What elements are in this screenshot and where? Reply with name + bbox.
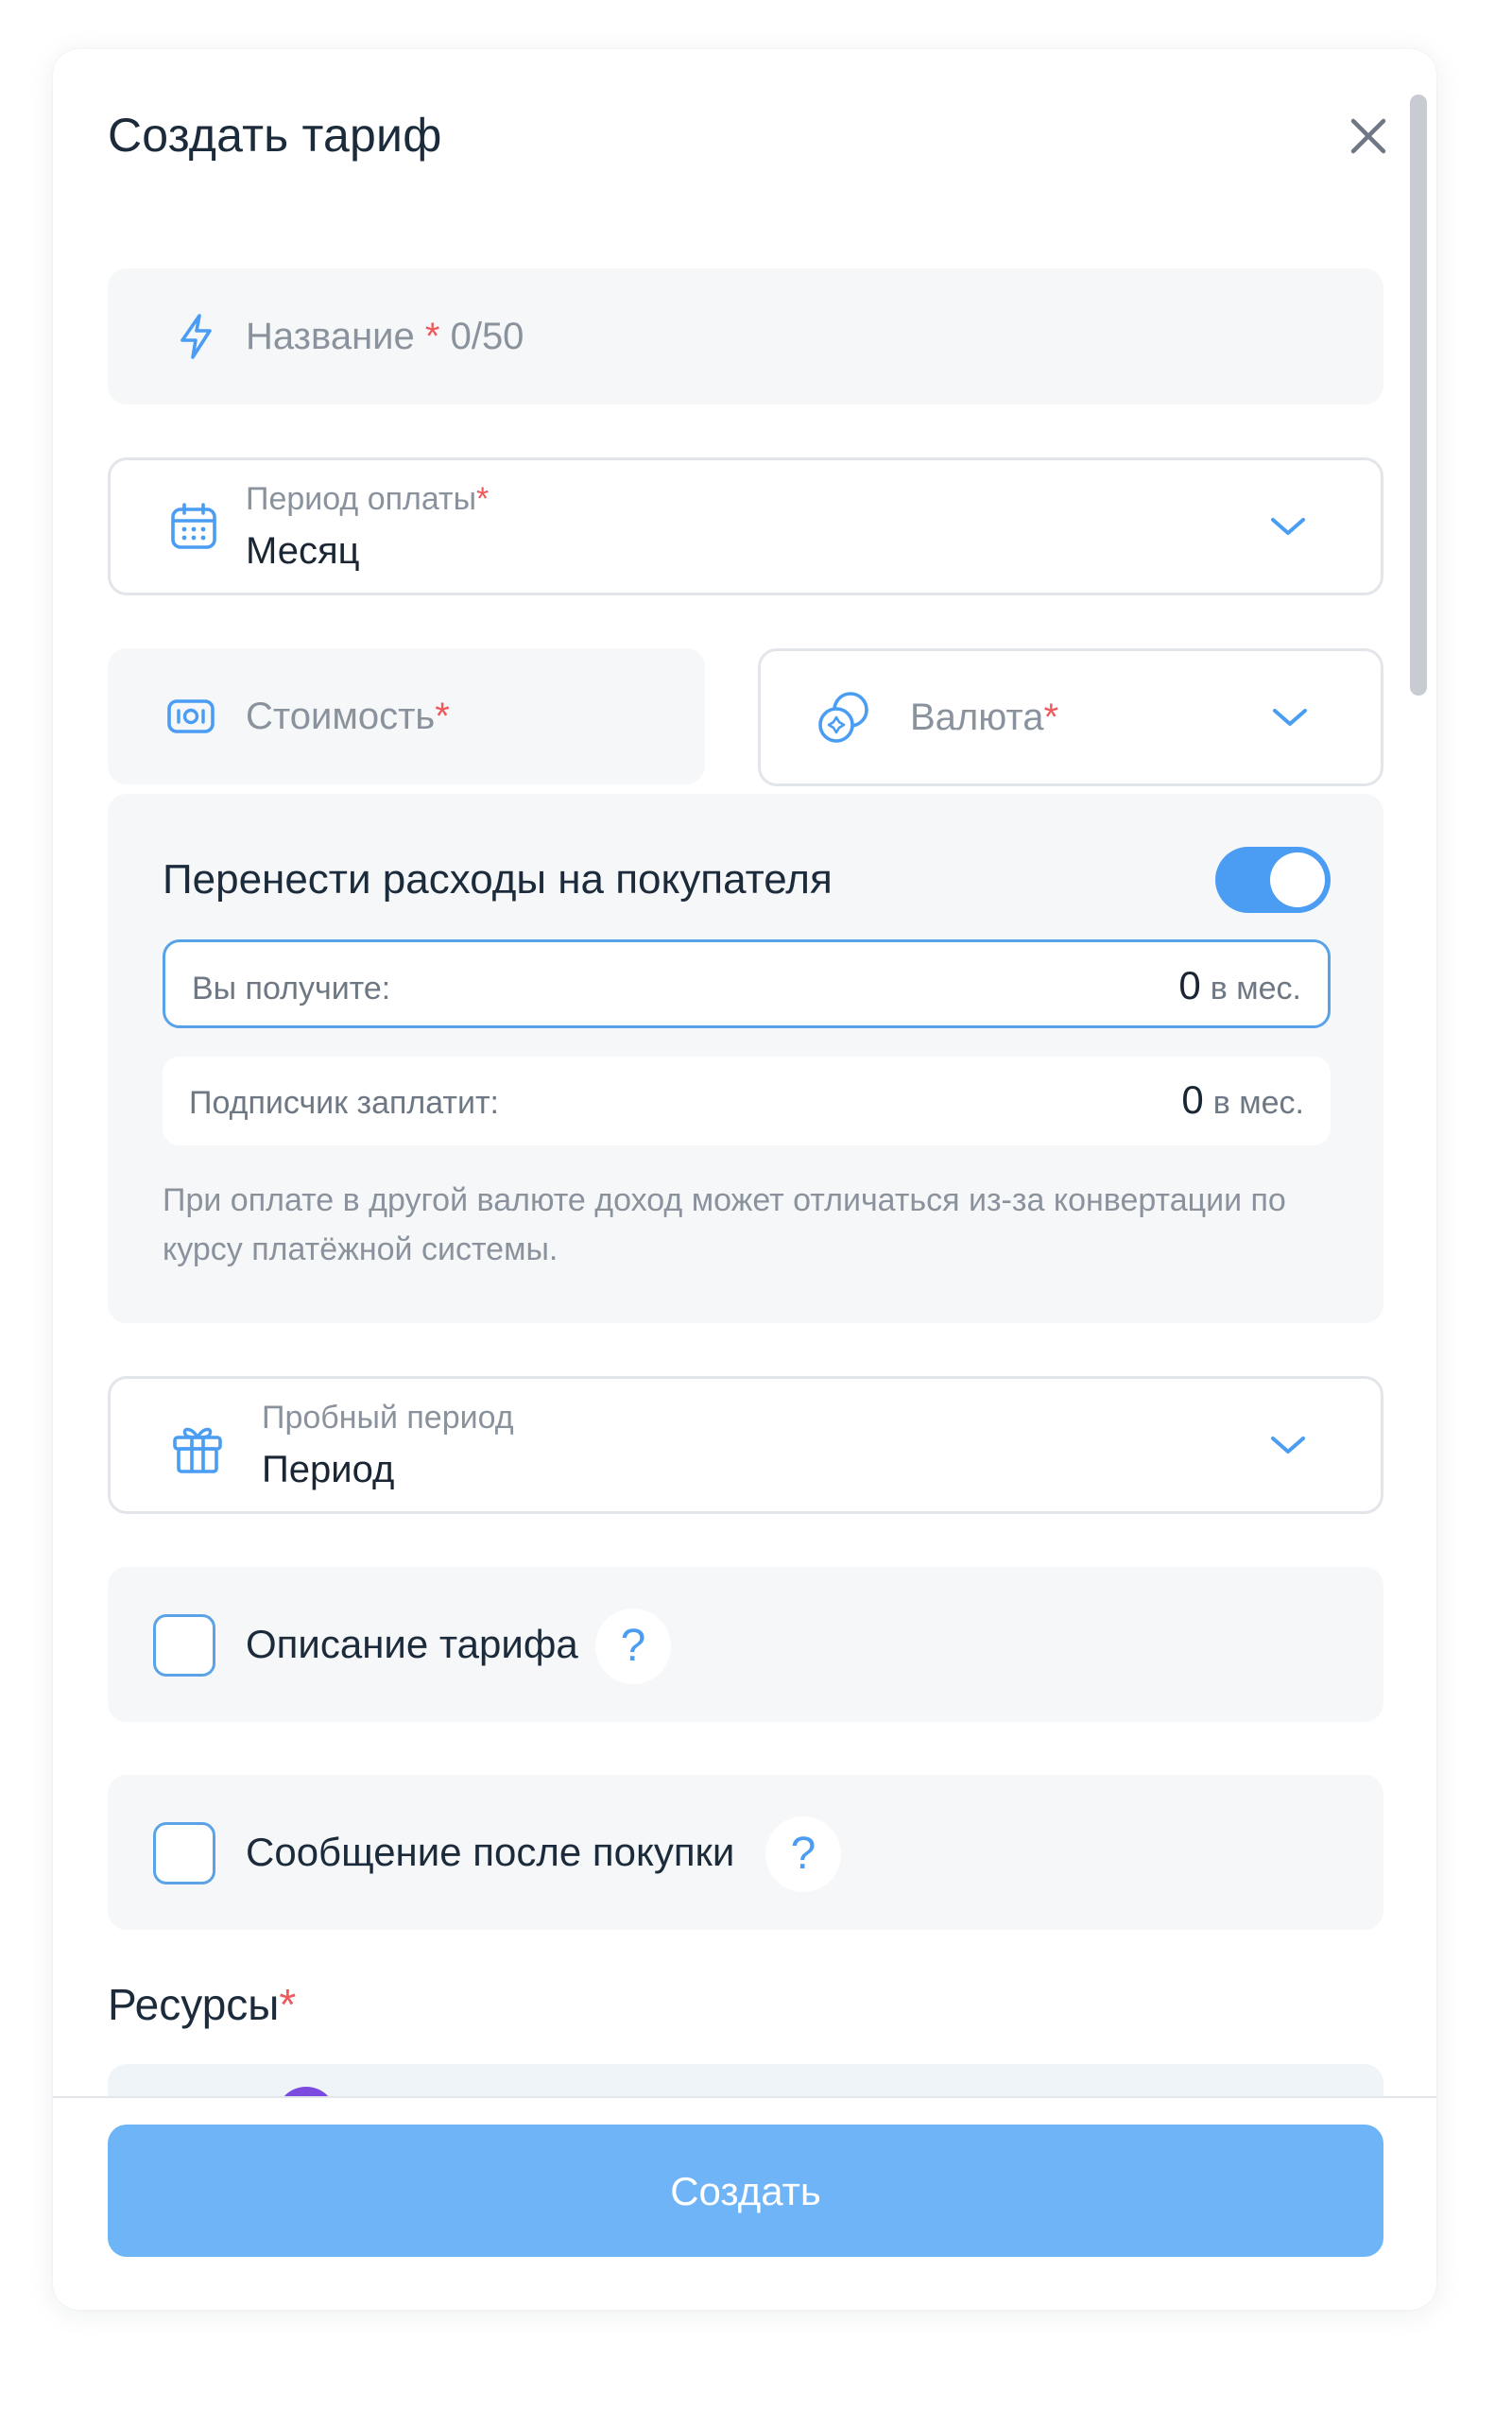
toggle-knob	[1270, 852, 1325, 907]
after-purchase-help-icon[interactable]: ?	[765, 1816, 841, 1892]
subscriber-pays-row[interactable]: Подписчик заплатит: 0в мес.	[163, 1057, 1331, 1145]
price-placeholder: Стоимость*	[246, 696, 450, 737]
payment-period-label: Период оплаты*	[246, 481, 490, 517]
fees-panel: Перенести расходы на покупателя Вы получ…	[108, 794, 1383, 1323]
gift-icon	[173, 1427, 222, 1473]
subscriber-pays-value: 0в мес.	[1181, 1077, 1304, 1122]
currency-placeholder: Валюта*	[910, 697, 1059, 738]
after-purchase-checkbox[interactable]	[153, 1822, 215, 1884]
create-tariff-modal: Создать тариф Название * 0/50 Период опл…	[53, 49, 1436, 2310]
trial-period-label: Пробный период	[262, 1400, 514, 1436]
chevron-down-icon	[1271, 1437, 1305, 1454]
you-receive-label: Вы получите:	[192, 971, 391, 1007]
resources-title: Ресурсы*	[108, 1980, 297, 2029]
modal-footer: Создать	[53, 2096, 1436, 2310]
trial-period-value: Период	[262, 1449, 395, 1490]
lightning-icon	[180, 314, 212, 359]
you-receive-row[interactable]: Вы получите: 0в мес.	[163, 939, 1331, 1028]
fees-panel-title: Перенести расходы на покупателя	[163, 856, 833, 903]
currency-select[interactable]: Валюта*	[758, 648, 1383, 786]
price-field[interactable]: Стоимость*	[108, 648, 705, 784]
money-icon	[167, 699, 215, 733]
description-label[interactable]: Описание тарифа	[246, 1622, 578, 1667]
fees-toggle[interactable]	[1215, 847, 1331, 913]
create-button[interactable]: Создать	[108, 2125, 1383, 2257]
after-purchase-option: Сообщение после покупки ?	[108, 1775, 1383, 1930]
payment-period-select[interactable]: Период оплаты* Месяц	[108, 457, 1383, 595]
close-icon[interactable]	[1342, 110, 1395, 163]
name-field[interactable]: Название * 0/50	[108, 268, 1383, 404]
description-option: Описание тарифа ?	[108, 1567, 1383, 1722]
chevron-down-icon	[1271, 518, 1305, 535]
subscriber-pays-label: Подписчик заплатит:	[189, 1085, 499, 1121]
modal-title: Создать тариф	[108, 109, 442, 162]
calendar-icon	[171, 503, 216, 549]
payment-period-value: Месяц	[246, 530, 360, 572]
after-purchase-label[interactable]: Сообщение после покупки	[246, 1830, 734, 1875]
currency-icon	[818, 692, 868, 743]
conversion-note: При оплате в другой валюте доход может о…	[163, 1182, 1286, 1267]
name-placeholder: Название * 0/50	[246, 316, 524, 357]
trial-period-select[interactable]: Пробный период Период	[108, 1376, 1383, 1514]
chevron-down-icon	[1273, 709, 1307, 726]
scrollbar[interactable]	[1410, 95, 1427, 696]
description-checkbox[interactable]	[153, 1614, 215, 1677]
name-char-counter: 0/50	[450, 316, 524, 357]
description-help-icon[interactable]: ?	[595, 1609, 671, 1684]
you-receive-value: 0в мес.	[1178, 963, 1301, 1007]
